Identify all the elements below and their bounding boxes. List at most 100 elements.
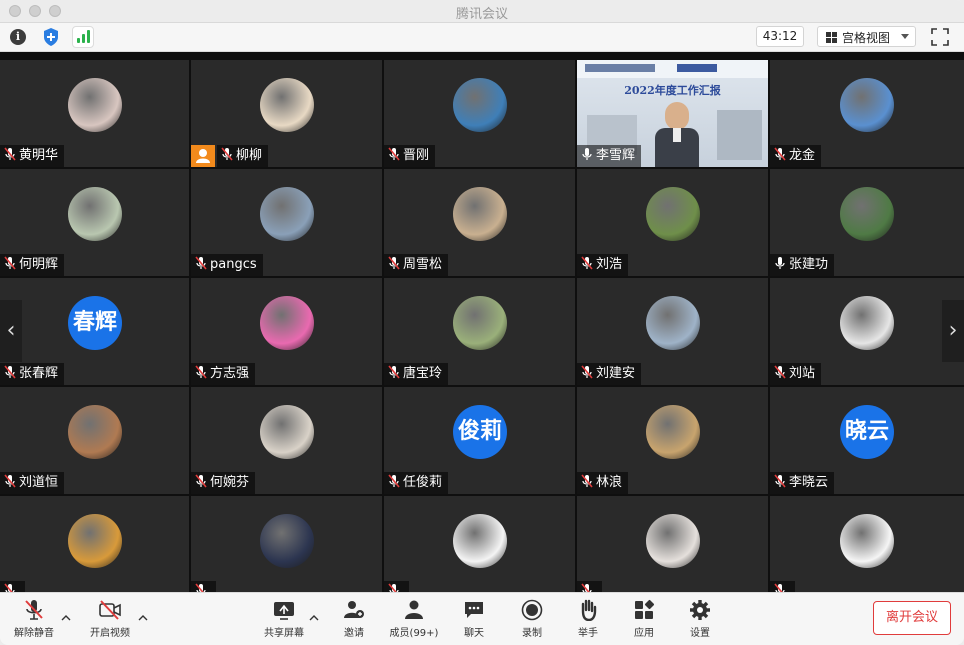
- participant-avatar: [646, 187, 700, 241]
- top-toolbar: i 43:12 宫格视图: [0, 23, 964, 52]
- view-layout-select[interactable]: 宫格视图: [817, 26, 916, 47]
- participant-name-bar: 刘道恒: [0, 472, 65, 494]
- participant-name: 黄明华: [19, 148, 59, 163]
- previous-page-button[interactable]: ‹: [0, 300, 22, 362]
- muted-mic-icon: [388, 147, 403, 163]
- muted-mic-icon: [4, 365, 19, 381]
- participant-name: 刘站: [789, 366, 816, 381]
- participant-tile[interactable]: 2022年度工作汇报 李雪辉: [577, 60, 768, 167]
- settings-button[interactable]: 设置: [670, 599, 730, 639]
- hand-icon: [581, 599, 597, 621]
- participant-name-bar: 龙金: [770, 145, 822, 167]
- participant-tile[interactable]: 黄明华: [0, 60, 189, 167]
- chevron-up-icon[interactable]: [138, 613, 148, 623]
- next-page-button[interactable]: ›: [942, 300, 964, 362]
- muted-mic-icon: [388, 474, 403, 490]
- participant-tile[interactable]: pangcs: [191, 169, 382, 276]
- raise-hand-button[interactable]: 举手: [558, 599, 618, 639]
- muted-mic-icon: [581, 474, 596, 490]
- participant-avatar: [260, 187, 314, 241]
- participant-tile[interactable]: 张建功: [770, 169, 964, 276]
- muted-mic-icon: [388, 365, 403, 381]
- participant-name: 周雪松: [403, 257, 443, 272]
- video-off-icon: [99, 600, 121, 620]
- start-video-button[interactable]: 开启视频: [80, 599, 140, 639]
- participant-tile[interactable]: 唐宝玲: [384, 278, 575, 385]
- participant-name: 刘道恒: [19, 475, 59, 490]
- chevron-up-icon[interactable]: [61, 613, 71, 623]
- participant-name-bar: [191, 581, 216, 592]
- participant-tile[interactable]: 周雪松: [384, 169, 575, 276]
- participant-name-bar: 刘站: [770, 363, 822, 385]
- chevron-up-icon[interactable]: [309, 613, 319, 623]
- participant-tile[interactable]: 刘站: [770, 278, 964, 385]
- participant-name-bar: 柳柳: [217, 145, 269, 167]
- participant-tile[interactable]: 晓云 李晓云: [770, 387, 964, 494]
- presenter-figure: [655, 102, 699, 167]
- participant-avatar: [840, 187, 894, 241]
- participant-avatar: [453, 187, 507, 241]
- participant-tile[interactable]: 刘建安: [577, 278, 768, 385]
- unmute-label: 解除静音: [14, 628, 54, 639]
- info-icon[interactable]: i: [10, 29, 26, 45]
- participant-name: 方志强: [210, 366, 250, 381]
- participant-tile[interactable]: 方志强: [191, 278, 382, 385]
- slide-title: 2022年度工作汇报: [624, 84, 721, 97]
- participant-name-bar: 方志强: [191, 363, 256, 385]
- leave-meeting-button[interactable]: 离开会议: [873, 601, 951, 635]
- apps-button[interactable]: 应用: [614, 599, 674, 639]
- chat-icon: [465, 602, 483, 618]
- participant-name-bar: 何明辉: [0, 254, 65, 276]
- participant-tile[interactable]: 刘道恒: [0, 387, 189, 494]
- participant-name-bar: [577, 581, 602, 592]
- share-screen-button[interactable]: 共享屏幕: [254, 599, 314, 639]
- start-video-label: 开启视频: [90, 628, 130, 639]
- network-signal-icon[interactable]: [72, 26, 94, 48]
- participant-name: 龙金: [789, 148, 816, 163]
- participant-avatar: [840, 296, 894, 350]
- participant-tile[interactable]: 柳柳: [191, 60, 382, 167]
- participant-name-bar: [0, 581, 25, 592]
- participant-tile[interactable]: 何明辉: [0, 169, 189, 276]
- participant-avatar: 春辉: [68, 296, 122, 350]
- participant-tile[interactable]: 何婉芬: [191, 387, 382, 494]
- participant-tile[interactable]: 林浪: [577, 387, 768, 494]
- shield-icon[interactable]: [42, 27, 60, 47]
- muted-mic-icon: [774, 474, 789, 490]
- participant-name-bar: [384, 581, 409, 592]
- participant-name: 任俊莉: [403, 475, 443, 490]
- participant-tile[interactable]: 俊莉 任俊莉: [384, 387, 575, 494]
- muted-mic-icon: [774, 583, 789, 592]
- participant-avatar: [68, 514, 122, 568]
- muted-mic-icon: [221, 147, 236, 163]
- muted-mic-icon: [581, 365, 596, 381]
- raise-hand-label: 举手: [578, 628, 598, 639]
- members-button[interactable]: 成员(99+): [384, 599, 444, 639]
- members-label: 成员(99+): [389, 628, 439, 639]
- participant-tile[interactable]: 龙金: [770, 60, 964, 167]
- participant-tile[interactable]: 刘浩: [577, 169, 768, 276]
- invite-button[interactable]: 邀请: [324, 599, 384, 639]
- participant-tile[interactable]: [191, 496, 382, 592]
- participant-tile[interactable]: [577, 496, 768, 592]
- chat-button[interactable]: 聊天: [444, 599, 504, 639]
- muted-mic-icon: [4, 256, 19, 272]
- muted-mic-icon: [4, 583, 19, 592]
- participant-avatar: [68, 187, 122, 241]
- apps-label: 应用: [634, 628, 654, 639]
- participant-name: 刘浩: [596, 257, 623, 272]
- participant-tile[interactable]: [0, 496, 189, 592]
- participant-tile[interactable]: 晋刚: [384, 60, 575, 167]
- record-button[interactable]: 录制: [502, 599, 562, 639]
- members-icon: [405, 600, 423, 619]
- unmute-button[interactable]: 解除静音: [4, 599, 64, 639]
- participant-tile[interactable]: [384, 496, 575, 592]
- fullscreen-icon[interactable]: [931, 28, 949, 46]
- meeting-timer: 43:12: [756, 26, 804, 47]
- participant-name-bar: 任俊莉: [384, 472, 449, 494]
- grid-icon: [826, 32, 837, 43]
- settings-label: 设置: [690, 628, 710, 639]
- participant-tile[interactable]: 春辉 张春辉: [0, 278, 189, 385]
- participant-avatar: [260, 514, 314, 568]
- participant-tile[interactable]: [770, 496, 964, 592]
